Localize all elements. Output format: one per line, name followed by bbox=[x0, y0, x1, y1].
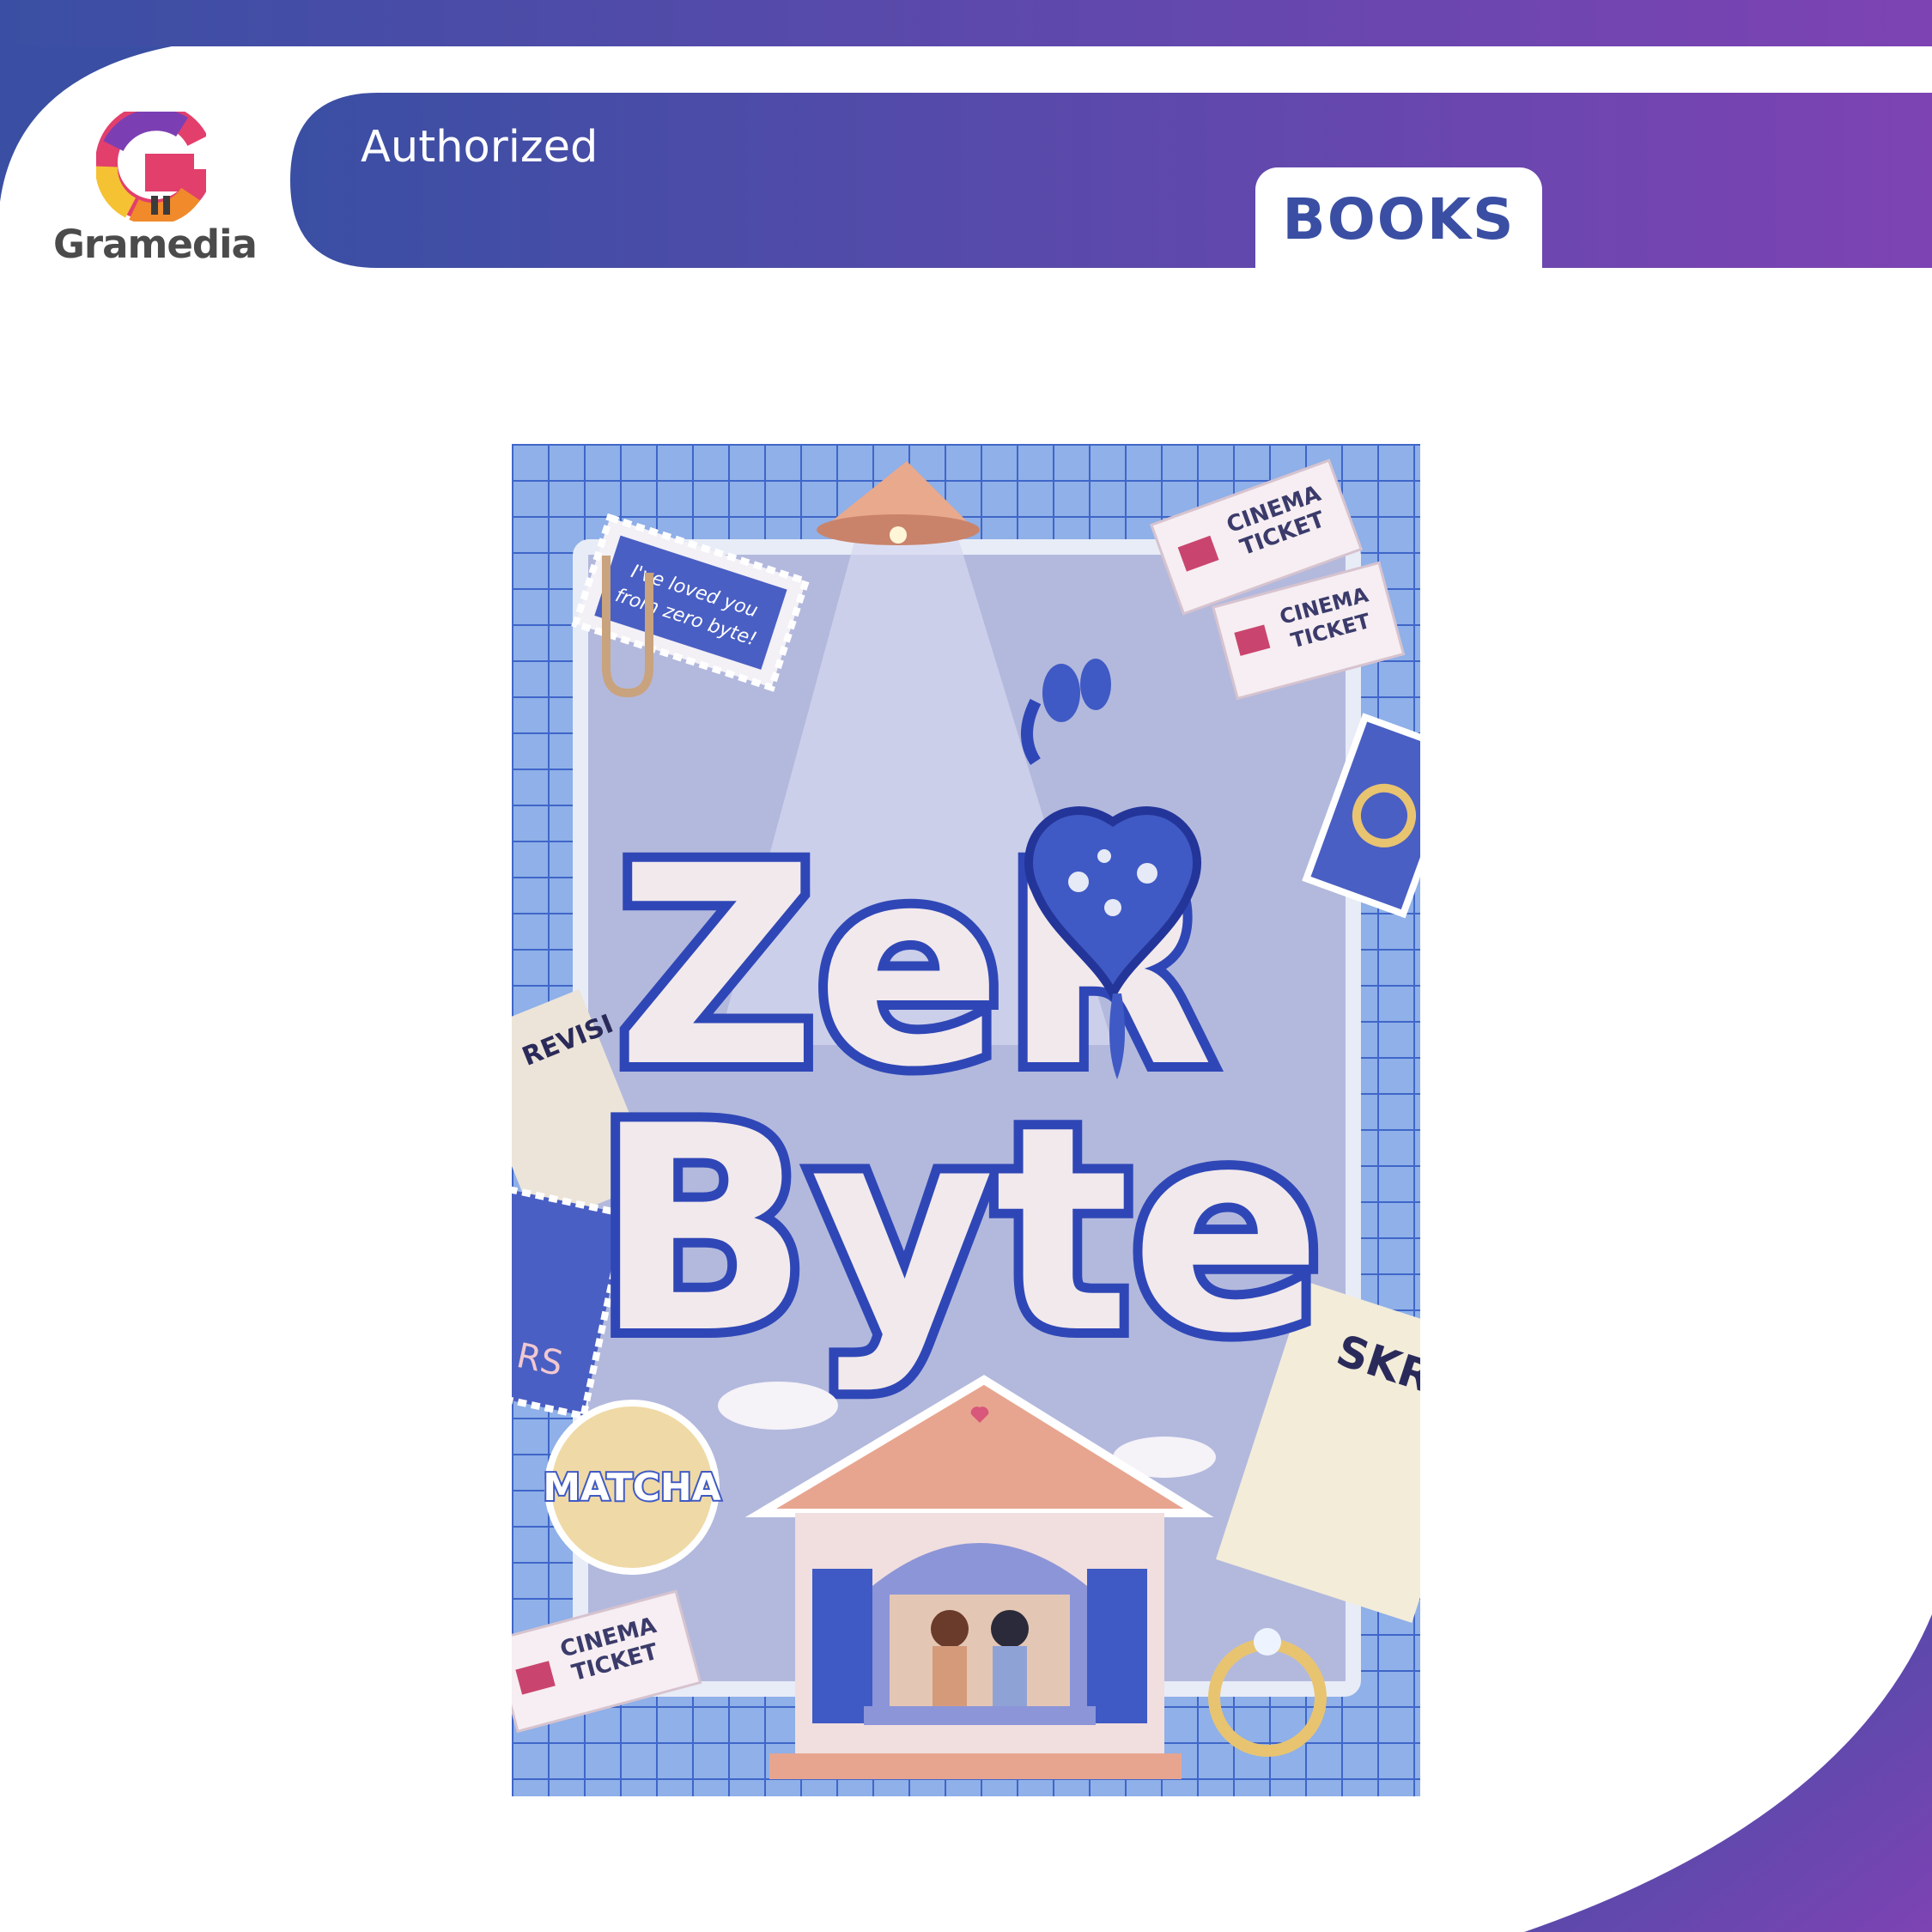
cover-title-line2: Byte bbox=[594, 1066, 1322, 1395]
bottom-right-corner-shape bbox=[1524, 1614, 1932, 1932]
gramedia-logo-icon bbox=[96, 112, 206, 222]
top-gradient-bar bbox=[0, 0, 1932, 46]
brand-name: Gramedia bbox=[53, 222, 258, 267]
header-banner bbox=[290, 93, 1932, 268]
book-cover-image: I've loved you from zero byte! CINEMA TI… bbox=[512, 444, 1420, 1796]
books-label: BOOKS bbox=[1282, 185, 1516, 252]
cover-author: MATCHA bbox=[543, 1466, 721, 1510]
books-category-tab: BOOKS bbox=[1255, 167, 1542, 270]
authorized-label: Authorized bbox=[361, 122, 598, 173]
